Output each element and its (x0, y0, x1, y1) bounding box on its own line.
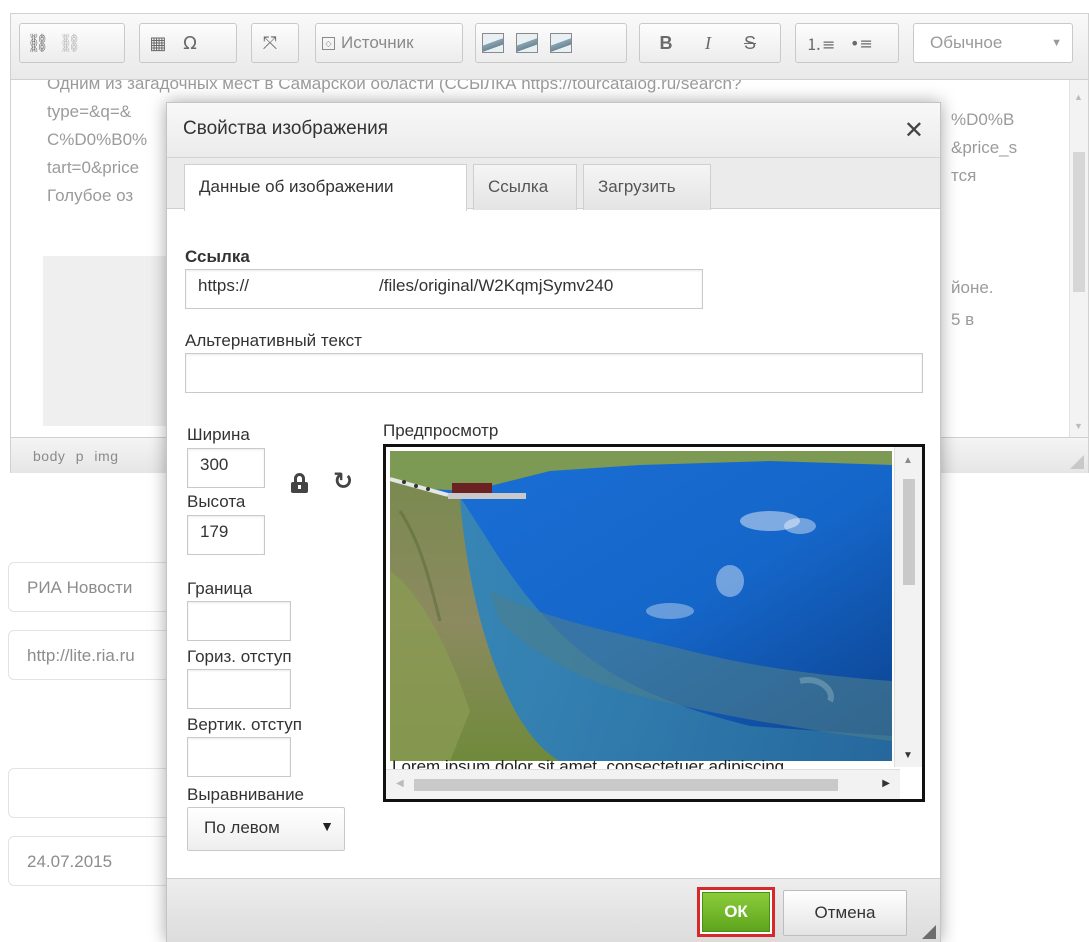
editor-line: %D0%B (951, 110, 1015, 129)
source-icon: ◇ (322, 36, 335, 50)
editor-line: 5 в (951, 310, 975, 329)
italic-icon[interactable]: I (696, 29, 720, 57)
style-group: B I S (639, 23, 781, 63)
scroll-right-icon[interactable]: ▶ (882, 778, 890, 789)
source-label: Источник (341, 33, 414, 52)
numbered-list-icon[interactable]: ⒈≡ (806, 29, 835, 57)
url-label: Ссылка (185, 247, 250, 266)
preview-label: Предпросмотр (383, 421, 499, 440)
editor-text-fragment: йоне. 5 в (951, 272, 994, 336)
align-select[interactable]: По левом ▼ (187, 807, 345, 851)
close-icon[interactable]: ✕ (904, 116, 924, 144)
tab-upload[interactable]: Загрузить (583, 164, 711, 210)
align-value: По левом (204, 818, 280, 837)
scroll-down-icon[interactable]: ▼ (1074, 421, 1083, 431)
scrollbar-thumb[interactable] (414, 779, 838, 791)
link-icon[interactable]: ⛓ (26, 29, 50, 57)
editor-line: йоне. (951, 278, 994, 297)
editor-toolbar: ⛓ ⛓ ▦ Ω ⤧ ◇ Источник B I S ⒈≡ •≡ Обычное… (11, 14, 1088, 80)
border-label: Граница (187, 579, 253, 598)
image-icon[interactable] (482, 33, 504, 53)
chevron-down-icon: ▼ (1051, 37, 1062, 49)
image-icon[interactable] (550, 33, 572, 53)
resize-grip-icon[interactable] (922, 925, 936, 939)
height-input[interactable]: 179 (187, 515, 265, 555)
ok-button[interactable]: ОК (697, 887, 775, 937)
scrollbar-thumb[interactable] (903, 479, 915, 585)
url-input[interactable]: https:// /files/original/W2KqmjSymv240 (185, 269, 703, 309)
reset-size-icon[interactable]: ↻ (333, 467, 353, 495)
format-value: Обычное (930, 33, 1003, 52)
vspace-input[interactable] (187, 737, 291, 777)
width-input[interactable]: 300 (187, 448, 265, 488)
unlink-icon[interactable]: ⛓ (58, 29, 82, 57)
strike-icon[interactable]: S (738, 29, 762, 57)
editor-scrollbar[interactable]: ▲ ▼ (1069, 80, 1088, 437)
maximize-icon[interactable]: ⤧ (258, 29, 282, 57)
link-group: ⛓ ⛓ (19, 23, 125, 63)
preview-image (390, 451, 892, 761)
dialog-tabs: Данные об изображении Ссылка Загрузить (167, 158, 940, 211)
cancel-button[interactable]: Отмена (783, 890, 907, 936)
omega-icon[interactable]: Ω (178, 29, 202, 57)
source-group: ◇ Источник (315, 23, 463, 63)
preview-pane[interactable]: Lorem ipsum dolor sit amet, consectetuer… (383, 444, 925, 802)
resize-grip-icon[interactable] (1070, 455, 1084, 469)
format-select[interactable]: Обычное ▼ (913, 23, 1073, 63)
bulleted-list-icon[interactable]: •≡ (849, 29, 873, 57)
vspace-label: Вертик. отступ (187, 715, 302, 734)
url-prefix: https:// (198, 276, 250, 295)
chevron-down-icon: ▼ (320, 818, 334, 834)
editor-line: Одним из загадочных мест в Самарской обл… (47, 80, 742, 93)
dialog-titlebar[interactable]: Свойства изображения ✕ (167, 103, 940, 158)
alt-text-input[interactable] (185, 353, 923, 393)
preview-horizontal-scrollbar[interactable]: ◀ ▶ (386, 769, 900, 799)
width-label: Ширина (187, 425, 250, 444)
list-group: ⒈≡ •≡ (795, 23, 899, 63)
scroll-down-icon[interactable]: ▼ (903, 750, 913, 761)
lock-icon[interactable] (291, 473, 309, 493)
source-button[interactable]: ◇ Источник (322, 29, 414, 57)
border-input[interactable] (187, 601, 291, 641)
editor-text-fragment: %D0%B &price_s тся (951, 106, 1017, 190)
height-label: Высота (187, 492, 246, 511)
image-icon[interactable] (516, 33, 538, 53)
dialog-title: Свойства изображения (183, 118, 389, 139)
tab-image-info[interactable]: Данные об изображении (184, 164, 467, 211)
hspace-label: Гориз. отступ (187, 647, 292, 666)
maximize-group: ⤧ (251, 23, 299, 63)
bold-icon[interactable]: B (654, 29, 678, 57)
scroll-left-icon[interactable]: ◀ (396, 778, 404, 789)
ok-label: ОК (702, 892, 770, 932)
editor-line: тся (951, 166, 977, 185)
hspace-input[interactable] (187, 669, 291, 709)
alt-text-label: Альтернативный текст (185, 331, 362, 350)
scroll-up-icon[interactable]: ▲ (1074, 92, 1083, 102)
scrollbar-thumb[interactable] (1073, 152, 1085, 292)
url-suffix: /files/original/W2KqmjSymv240 (379, 276, 614, 295)
scroll-up-icon[interactable]: ▲ (903, 455, 913, 466)
image-properties-dialog: Свойства изображения ✕ Данные об изображ… (166, 102, 941, 942)
tab-link[interactable]: Ссылка (473, 164, 577, 210)
insert-group: ▦ Ω (139, 23, 237, 63)
embedded-image-placeholder[interactable] (43, 256, 173, 426)
element-path[interactable]: body p img (33, 448, 118, 464)
table-icon[interactable]: ▦ (146, 29, 170, 57)
image-group (475, 23, 627, 63)
preview-vertical-scrollbar[interactable]: ▲ ▼ (894, 447, 922, 767)
dialog-footer: ОК Отмена (167, 878, 940, 942)
align-label: Выравнивание (187, 785, 305, 804)
editor-line: &price_s (951, 138, 1018, 157)
